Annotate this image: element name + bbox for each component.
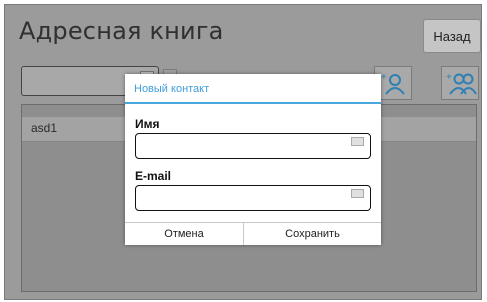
svg-text:+: + [446,72,452,83]
contact-name: asd1 [31,121,58,135]
keyboard-icon [351,137,364,146]
add-group-button[interactable]: + [441,66,479,100]
page-title: Адресная книга [19,17,224,45]
add-group-icon: + [446,72,477,95]
dialog-footer: Отмена Сохранить [125,222,381,245]
svg-text:+: + [381,72,387,83]
back-button[interactable]: Назад [423,19,481,53]
cancel-button[interactable]: Отмена [125,223,244,245]
name-field[interactable] [135,133,371,159]
dialog-title: Новый контакт [134,83,210,95]
save-button[interactable]: Сохранить [244,223,381,245]
email-label: E-mail [135,169,172,183]
name-label: Имя [135,117,160,131]
dialog-divider [125,102,381,104]
email-field[interactable] [135,185,371,211]
new-contact-dialog: Новый контакт Имя E-mail Отмена Сохранит… [125,74,381,245]
keyboard-icon [351,189,364,198]
